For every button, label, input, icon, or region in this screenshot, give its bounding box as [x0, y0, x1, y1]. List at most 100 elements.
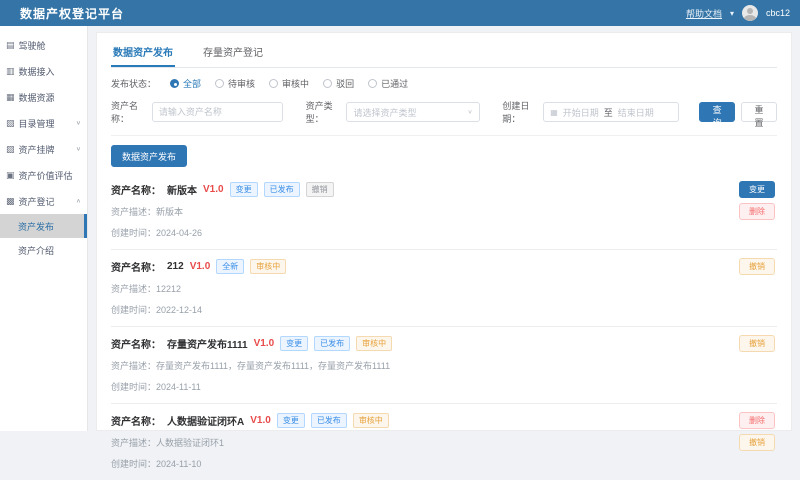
tab-data-asset-publish[interactable]: 数据资产发布: [111, 39, 175, 67]
asset-version: V1.0: [250, 415, 271, 426]
asset-version: V1.0: [203, 184, 224, 195]
radio-label: 全部: [183, 77, 201, 90]
radio-icon: [170, 79, 179, 88]
tag-change: 变更: [280, 336, 308, 351]
radio-status-rejected[interactable]: 驳回: [323, 77, 354, 90]
content-panel: 数据资产发布 存量资产登记 发布状态： 全部 待审核 审核中 驳回: [96, 32, 792, 431]
search-button[interactable]: 查询: [699, 102, 735, 122]
radio-label: 驳回: [336, 77, 354, 90]
status-filter-row: 发布状态： 全部 待审核 审核中 驳回 已通过: [111, 77, 777, 90]
tag-reviewing: 审核中: [353, 413, 389, 428]
asset-name-input[interactable]: [152, 102, 283, 122]
sidebar-item-label: 目录管理: [19, 117, 55, 130]
asset-name-field-label: 资产名称：: [111, 413, 161, 428]
data-resource-icon: ▦: [6, 92, 15, 103]
app-title: 数据产权登记平台: [20, 5, 124, 22]
chevron-up-icon: ∧: [76, 198, 81, 204]
date-range-picker[interactable]: ▦ 开始日期 至 结束日期: [543, 102, 679, 122]
sidebar-item-data-access[interactable]: ▥ 数据接入: [0, 58, 87, 84]
asset-name-field-label: 资产名称：: [111, 336, 161, 351]
asset-type-select[interactable]: 请选择资产类型 ∨: [346, 102, 479, 122]
asset-card: 资产名称： 存量资产发布1111 V1.0 变更 已发布 审核中 资产描述：存量…: [111, 327, 777, 404]
chevron-down-icon: ∨: [76, 120, 81, 126]
tag-reviewing: 审核中: [250, 259, 286, 274]
tag-reviewing: 审核中: [356, 336, 392, 351]
asset-name-label: 资产名称：: [111, 99, 146, 125]
asset-date: 2024-04-26: [156, 228, 202, 238]
publish-asset-button[interactable]: 数据资产发布: [111, 145, 187, 167]
asset-name: 人数据验证闭环A: [167, 413, 244, 428]
sidebar-item-asset-listing[interactable]: ▨ 资产挂牌 ∨: [0, 136, 87, 162]
revoke-button[interactable]: 撤销: [739, 434, 775, 451]
sidebar-nav: ▤ 驾驶舱 ▥ 数据接入 ▦ 数据资源 ▧ 目录管理 ∨ ▨ 资产挂牌 ∨ ▣ …: [0, 26, 88, 431]
asset-type-placeholder: 请选择资产类型: [353, 106, 416, 119]
radio-status-approved[interactable]: 已通过: [368, 77, 408, 90]
sidebar-item-asset-valuation[interactable]: ▣ 资产价值评估: [0, 162, 87, 188]
radio-icon: [269, 79, 278, 88]
reset-button[interactable]: 重置: [741, 102, 777, 122]
user-avatar-icon[interactable]: [742, 5, 758, 21]
asset-name-field-label: 资产名称：: [111, 259, 161, 274]
asset-name-field-label: 资产名称：: [111, 182, 161, 197]
tag-published: 已发布: [264, 182, 300, 197]
asset-version: V1.0: [190, 261, 211, 272]
sidebar-subitem-label: 资产介绍: [18, 244, 54, 257]
top-header: 数据产权登记平台 帮助文档 ▾ cbc12: [0, 0, 800, 26]
tab-bar: 数据资产发布 存量资产登记: [111, 39, 777, 68]
asset-valuation-icon: ▣: [6, 170, 15, 181]
sidebar-item-label: 驾驶舱: [19, 39, 46, 52]
sidebar-item-dashboard[interactable]: ▤ 驾驶舱: [0, 32, 87, 58]
asset-date: 2024-11-11: [156, 382, 201, 392]
toolbar: 数据资产发布: [111, 145, 777, 167]
tag-published: 已发布: [314, 336, 350, 351]
asset-version: V1.0: [254, 338, 275, 349]
asset-type-label: 资产类型：: [306, 99, 341, 125]
calendar-icon: ▦: [550, 108, 558, 117]
radio-status-pending[interactable]: 待审核: [215, 77, 255, 90]
chevron-down-icon: ∨: [467, 109, 472, 115]
revoke-button[interactable]: 撤销: [739, 335, 775, 352]
delete-button[interactable]: 删除: [739, 412, 775, 429]
sidebar-subitem-asset-intro[interactable]: 资产介绍: [0, 238, 87, 262]
asset-date-field-label: 创建时间：: [111, 459, 156, 469]
radio-icon: [215, 79, 224, 88]
sidebar-item-label: 数据接入: [19, 65, 55, 78]
dashboard-icon: ▤: [6, 40, 15, 51]
sidebar-item-catalog[interactable]: ▧ 目录管理 ∨: [0, 110, 87, 136]
asset-desc-field-label: 资产描述：: [111, 207, 156, 217]
radio-status-all[interactable]: 全部: [170, 77, 201, 90]
radio-icon: [323, 79, 332, 88]
asset-desc: 存量资产发布1111，存量资产发布1111，存量资产发布1111: [156, 361, 390, 371]
tab-stock-asset-register[interactable]: 存量资产登记: [201, 39, 265, 67]
asset-date-field-label: 创建时间：: [111, 305, 156, 315]
delete-button[interactable]: 删除: [739, 203, 775, 220]
asset-listing-icon: ▨: [6, 144, 15, 155]
catalog-icon: ▧: [6, 118, 15, 129]
status-filter-label: 发布状态：: [111, 77, 156, 90]
sidebar-subitem-label: 资产发布: [18, 220, 54, 233]
asset-date: 2024-11-10: [156, 459, 201, 469]
revoke-button[interactable]: 撤销: [739, 258, 775, 275]
divider: [111, 135, 777, 136]
sidebar-subitem-asset-publish[interactable]: 资产发布: [0, 214, 87, 238]
asset-desc-field-label: 资产描述：: [111, 284, 156, 294]
asset-desc: 12212: [156, 284, 181, 294]
asset-card: 资产名称： 新版本 V1.0 变更 已发布 撤销 资产描述：新版本 创建时间：2…: [111, 173, 777, 250]
asset-register-icon: ▩: [6, 196, 15, 207]
create-date-label: 创建日期：: [502, 99, 537, 125]
asset-card: 资产名称： 212 V1.0 全新 审核中 资产描述：12212 创建时间：20…: [111, 250, 777, 327]
tag-revoked: 撤销: [306, 182, 334, 197]
sidebar-item-label: 资产价值评估: [19, 169, 73, 182]
sidebar-item-label: 数据资源: [19, 91, 55, 104]
caret-down-icon: ▾: [730, 9, 734, 18]
asset-name: 新版本: [167, 182, 197, 197]
tag-change: 变更: [230, 182, 258, 197]
radio-status-reviewing[interactable]: 审核中: [269, 77, 309, 90]
change-button[interactable]: 变更: [739, 181, 775, 198]
data-access-icon: ▥: [6, 66, 15, 77]
sidebar-item-asset-register[interactable]: ▩ 资产登记 ∧: [0, 188, 87, 214]
sidebar-item-data-resource[interactable]: ▦ 数据资源: [0, 84, 87, 110]
help-link[interactable]: 帮助文档: [686, 7, 722, 20]
asset-card: 资产名称： 人数据验证闭环A V1.0 变更 已发布 审核中 资产描述：人数据验…: [111, 404, 777, 480]
date-start-placeholder: 开始日期: [563, 106, 599, 119]
